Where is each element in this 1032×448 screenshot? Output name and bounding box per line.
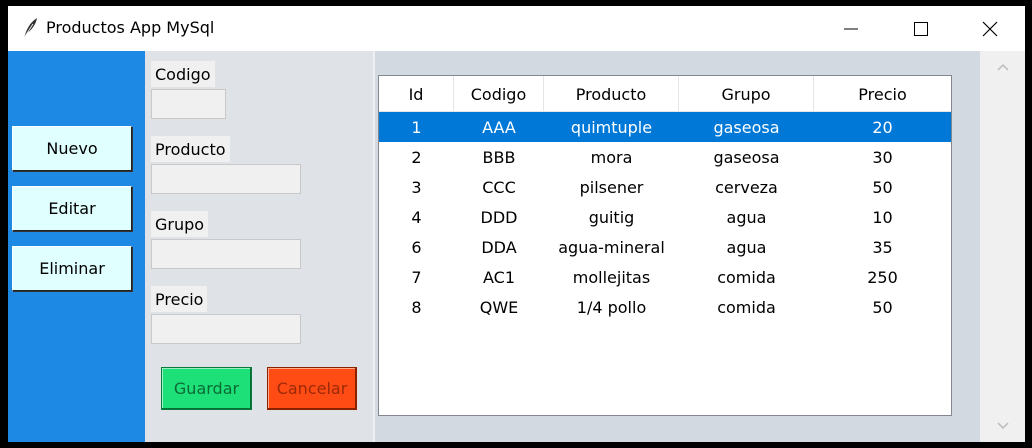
minimize-button[interactable] [816, 6, 886, 51]
cell-id: 6 [411, 237, 422, 257]
cell-producto: quimtuple [570, 117, 653, 137]
scroll-down-button[interactable] [980, 412, 1025, 440]
cell-id: 1 [411, 117, 422, 137]
cell-precio: 20 [872, 117, 893, 137]
cell-codigo: DDD [480, 207, 518, 227]
sidebar: Nuevo Editar Eliminar [8, 51, 145, 442]
app-window: Productos App MySql Nuevo Editar Elimina… [8, 6, 1025, 442]
minimize-icon [844, 28, 858, 29]
column-header-producto[interactable]: Producto [544, 76, 679, 112]
table-row[interactable]: 6 DDA agua-mineral agua 35 [379, 232, 951, 262]
cell-id: 2 [411, 147, 422, 167]
table-row[interactable]: 4 DDD guitig agua 10 [379, 202, 951, 232]
feather-icon [23, 18, 37, 39]
cancelar-button[interactable]: Cancelar [267, 367, 357, 410]
cell-grupo: agua [726, 207, 767, 227]
title-bar[interactable]: Productos App MySql [8, 6, 1025, 51]
table-row[interactable]: 2 BBB mora gaseosa 30 [379, 142, 951, 172]
table-header: Id Codigo Producto Grupo Precio [379, 76, 951, 112]
guardar-button[interactable]: Guardar [161, 367, 252, 410]
cell-precio: 250 [867, 267, 898, 287]
cell-producto: 1/4 pollo [576, 297, 647, 317]
cell-precio: 35 [872, 237, 893, 257]
cell-producto: guitig [588, 207, 635, 227]
scroll-up-button[interactable] [980, 53, 1025, 81]
eliminar-button[interactable]: Eliminar [12, 246, 132, 291]
form-panel: Codigo Producto Grupo Precio Guardar Can… [145, 51, 373, 442]
cell-producto: mora [590, 147, 633, 167]
producto-label: Producto [151, 136, 230, 162]
cell-grupo: gaseosa [713, 117, 780, 137]
cell-grupo: comida [717, 297, 776, 317]
cell-grupo: agua [726, 237, 767, 257]
codigo-field[interactable] [151, 89, 226, 119]
codigo-label: Codigo [151, 61, 215, 87]
chevron-up-icon [996, 63, 1009, 71]
cell-id: 3 [411, 177, 422, 197]
window-title: Productos App MySql [46, 18, 215, 37]
grupo-label: Grupo [151, 211, 209, 237]
column-header-codigo[interactable]: Codigo [454, 76, 544, 112]
nuevo-button[interactable]: Nuevo [12, 126, 132, 171]
chevron-down-icon [996, 422, 1009, 430]
cell-producto: mollejitas [572, 267, 651, 287]
cell-codigo: AAA [482, 117, 516, 137]
cell-codigo: AC1 [482, 267, 515, 287]
cell-codigo: QWE [479, 297, 519, 317]
close-button[interactable] [955, 6, 1025, 51]
cell-codigo: BBB [482, 147, 516, 167]
editar-button[interactable]: Editar [12, 186, 132, 231]
cell-id: 7 [411, 267, 422, 287]
column-header-id[interactable]: Id [379, 76, 454, 112]
cell-grupo: cerveza [715, 177, 778, 197]
cell-precio: 50 [872, 297, 893, 317]
grupo-field[interactable] [151, 239, 301, 269]
cell-precio: 30 [872, 147, 893, 167]
cell-precio: 10 [872, 207, 893, 227]
cell-grupo: gaseosa [713, 147, 780, 167]
cell-codigo: CCC [482, 177, 516, 197]
maximize-button[interactable] [886, 6, 956, 51]
cell-id: 4 [411, 207, 422, 227]
producto-field[interactable] [151, 164, 301, 194]
column-header-precio[interactable]: Precio [814, 76, 951, 112]
vertical-scrollbar[interactable] [980, 51, 1025, 442]
maximize-icon [914, 21, 928, 36]
cell-grupo: comida [717, 267, 776, 287]
table-row[interactable]: 1 AAA quimtuple gaseosa 20 [379, 112, 951, 142]
cell-codigo: DDA [481, 237, 517, 257]
products-table[interactable]: Id Codigo Producto Grupo Precio 1 AAA quim… [378, 75, 952, 416]
client-area: Nuevo Editar Eliminar Codigo Producto Gr… [8, 51, 1025, 442]
close-icon [982, 21, 998, 36]
precio-field[interactable] [151, 314, 301, 344]
cell-producto: agua-mineral [558, 237, 665, 257]
table-panel: Id Codigo Producto Grupo Precio 1 AAA quim… [373, 51, 980, 442]
column-header-grupo[interactable]: Grupo [679, 76, 814, 112]
table-row[interactable]: 3 CCC pilsener cerveza 50 [379, 172, 951, 202]
precio-label: Precio [151, 286, 208, 312]
cell-precio: 50 [872, 177, 893, 197]
cell-producto: pilsener [579, 177, 644, 197]
table-row[interactable]: 7 AC1 mollejitas comida 250 [379, 262, 951, 292]
table-row[interactable]: 8 QWE 1/4 pollo comida 50 [379, 292, 951, 322]
cell-id: 8 [411, 297, 422, 317]
